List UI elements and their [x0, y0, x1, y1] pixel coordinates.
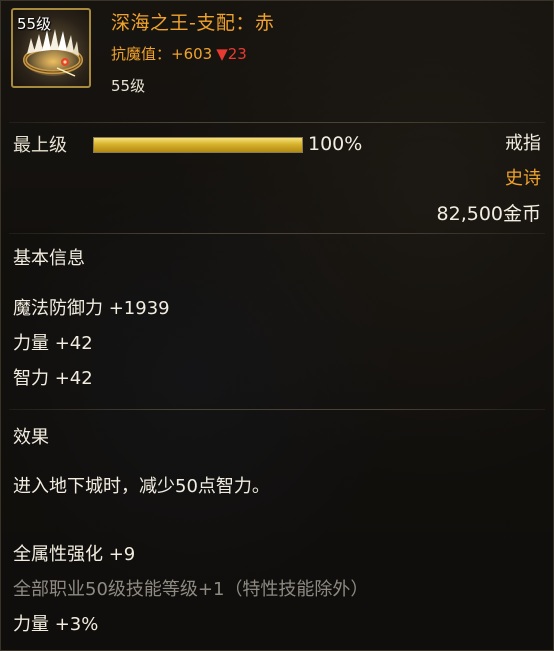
- stat-line: 力量 +42: [13, 333, 93, 354]
- effect-line: 力量 +3%: [13, 614, 99, 635]
- magic-resist-decrease: ▼23: [216, 45, 247, 63]
- stat-line: 智力 +42: [13, 368, 93, 389]
- item-tooltip: 55级 深海之王-支配：赤 抗魔值：+603 ▼23 55级 最上级 100% 戒…: [0, 0, 554, 651]
- effect-line: 全部职业50级技能等级+1（特性技能除外）: [13, 579, 369, 600]
- magic-resist-value: 抗魔值：+603: [111, 45, 213, 63]
- item-price: 82,500金币: [436, 203, 541, 225]
- effects-title: 效果: [13, 427, 49, 448]
- grade-progress-fill: [94, 138, 302, 152]
- ring-item-icon[interactable]: 55级: [11, 8, 91, 88]
- stat-line: 魔法防御力 +1939: [13, 298, 170, 319]
- grade-progress-bar: [93, 137, 303, 153]
- divider: [9, 122, 545, 123]
- item-rarity: 史诗: [505, 168, 541, 189]
- item-type: 戒指: [505, 133, 541, 154]
- divider: [9, 233, 545, 234]
- magic-resist-line: 抗魔值：+603 ▼23: [111, 43, 247, 64]
- effect-line: 全属性强化 +9: [13, 544, 136, 565]
- grade-percent: 100%: [308, 133, 363, 155]
- item-header: 55级 深海之王-支配：赤 抗魔值：+603 ▼23 55级: [1, 1, 553, 119]
- required-level: 55级: [111, 77, 146, 95]
- item-name: 深海之王-支配：赤: [111, 12, 275, 34]
- basic-info-title: 基本信息: [13, 248, 85, 269]
- divider: [9, 409, 545, 410]
- item-level-badge: 55级: [17, 15, 52, 33]
- grade-label: 最上级: [13, 135, 67, 156]
- dungeon-effect-line: 进入地下城时，减少50点智力。: [13, 476, 270, 497]
